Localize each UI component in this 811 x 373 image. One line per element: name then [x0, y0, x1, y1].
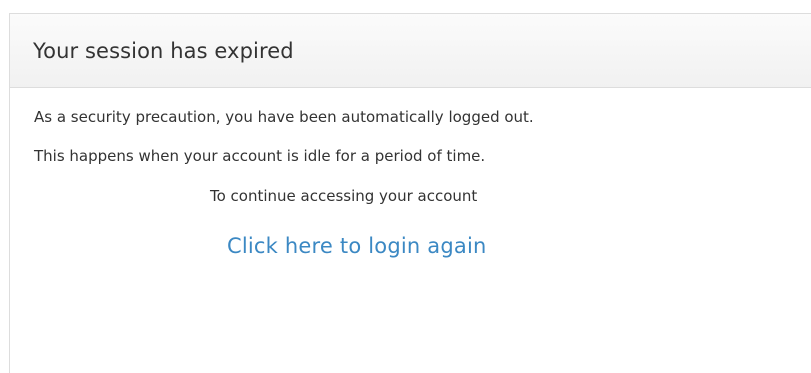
panel-title: Your session has expired	[33, 38, 294, 63]
panel-header: Your session has expired	[10, 14, 811, 88]
session-expired-panel: Your session has expired As a security p…	[9, 13, 811, 373]
security-message: As a security precaution, you have been …	[34, 108, 534, 126]
idle-message: This happens when your account is idle f…	[34, 147, 486, 165]
login-again-link[interactable]: Click here to login again	[227, 232, 487, 260]
panel-body: As a security precaution, you have been …	[10, 88, 811, 260]
continue-message: To continue accessing your account	[210, 187, 478, 205]
